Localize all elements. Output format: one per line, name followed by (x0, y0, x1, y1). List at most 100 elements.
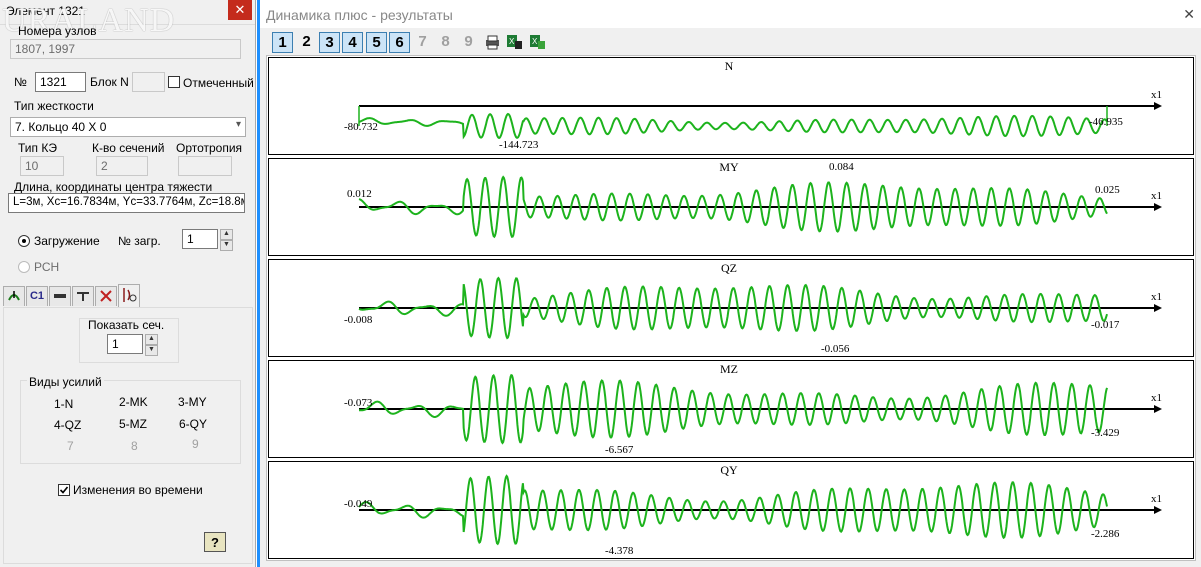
right-close-button[interactable]: ✕ (1183, 6, 1195, 23)
time-history-icon (123, 288, 137, 302)
print-icon[interactable] (484, 34, 501, 50)
close-button[interactable]: ✕ (228, 0, 252, 20)
dynamics-results-window: Динамика плюс - результаты ✕ 1 2 3 4 5 6… (257, 0, 1201, 567)
left-window-title: Элемент 1321 (6, 4, 85, 18)
export-excel-icon[interactable]: X (506, 34, 523, 50)
forces-group: Виды усилий 1-N 2-MK 3-MY 4-QZ 5-MZ 6-QY… (20, 375, 241, 464)
force-qy[interactable]: 6-QY (179, 417, 207, 431)
element-number-field[interactable]: 1321 (35, 72, 86, 92)
plot-svg-my: MY x1 0.012 0.084 0.025 (347, 160, 1162, 239)
start-value-label: -80.732 (344, 121, 378, 133)
force-my[interactable]: 3-MY (178, 395, 207, 409)
end-value-label: -46.935 (1089, 116, 1123, 128)
right-window-title: Динамика плюс - результаты (266, 7, 453, 23)
tab-cross[interactable] (95, 286, 117, 306)
toolbar-button-7[interactable]: 7 (412, 32, 433, 53)
time-history-curve (359, 373, 1108, 445)
start-value-label: -0.049 (344, 498, 373, 510)
chevron-down-icon: ▾ (235, 119, 241, 130)
force-mz[interactable]: 5-MZ (119, 417, 147, 431)
rsn-radio[interactable] (18, 261, 30, 273)
axis-arrow-icon (1154, 506, 1162, 514)
tab-c1[interactable]: C1 (26, 286, 48, 306)
time-history-plots: Nx1 -80.732 -144.723 -46.935 MY x1 0.012 0.084 0… (266, 55, 1196, 561)
force-qz[interactable]: 4-QZ (54, 418, 81, 432)
show-section-field[interactable]: 1 (107, 334, 143, 354)
min-value-label: -144.723 (499, 139, 539, 151)
time-history-curve (358, 112, 1108, 140)
plot-svg-qy: QY x1 -0.049 -4.378 -2.286 (344, 463, 1162, 557)
plot-svg-qz: QZ x1 -0.008 -0.056 -0.017 (344, 261, 1162, 355)
sections-field: 2 (96, 156, 148, 176)
block-label: Блок N (90, 75, 129, 89)
axis-arrow-icon (1154, 203, 1162, 211)
element-properties-window: Элемент 1321 URALAND ✕ Номера узлов 1807… (0, 0, 256, 567)
toolbar-button-2[interactable]: 2 (296, 32, 317, 53)
load-number-spinner[interactable]: ▲ ▼ (220, 229, 233, 251)
fe-type-label: Тип КЭ (18, 141, 57, 155)
sections-label: К-во сечений (92, 141, 165, 155)
time-changes-label: Изменения во времени (73, 483, 203, 497)
toolbar-button-8[interactable]: 8 (435, 32, 456, 53)
end-value-label: -2.286 (1091, 528, 1120, 540)
fe-type-field: 10 (20, 156, 64, 176)
show-section-label: Показать сеч. (88, 318, 165, 332)
plot-panel-n: Nx1 -80.732 -144.723 -46.935 (268, 57, 1194, 155)
plot-panel-qz: QZ x1 -0.008 -0.056 -0.017 (268, 259, 1194, 357)
toolbar-button-4[interactable]: 4 (342, 32, 363, 53)
marked-checkbox[interactable] (168, 76, 180, 88)
right-titlebar: Динамика плюс - результаты ✕ (260, 0, 1201, 28)
end-value-label: -3.429 (1091, 427, 1120, 439)
tab-beam[interactable] (49, 286, 71, 306)
tab-panel: Показать сеч. 1 ▲ ▼ Виды усилий 1-N 2-MK … (3, 307, 253, 564)
force-n[interactable]: 1-N (54, 397, 73, 411)
min-value-label: -6.567 (605, 444, 634, 456)
toolbar-button-6[interactable]: 6 (389, 32, 410, 53)
axis-label: x1 (1151, 493, 1162, 505)
axis-arrow-icon (1154, 102, 1162, 110)
help-button[interactable]: ? (204, 532, 226, 552)
geometry-field: L=3м, Xc=16.7834м, Yc=33.7764м, Zc=18.8м (8, 193, 245, 213)
time-changes-checkbox[interactable] (58, 484, 70, 496)
max-value-label: 0.084 (829, 161, 854, 173)
ortho-group: Ортотропия (170, 141, 244, 179)
plot-title: QZ (721, 261, 737, 275)
axis-label: x1 (1151, 291, 1162, 303)
toolbar-button-3[interactable]: 3 (319, 32, 340, 53)
force-9: 9 (192, 437, 199, 451)
tab-time-history[interactable] (118, 284, 140, 307)
start-value-label: -0.073 (344, 397, 373, 409)
spin-up-icon[interactable]: ▲ (220, 229, 233, 240)
end-value-label: -0.017 (1091, 319, 1120, 331)
min-value-label: -4.378 (605, 545, 634, 557)
plot-title: N (725, 59, 734, 73)
min-value-label: -0.056 (821, 343, 850, 355)
loading-radio[interactable] (18, 235, 30, 247)
axis-arrow-icon (1154, 405, 1162, 413)
axis-arrow-icon (1154, 304, 1162, 312)
axis-label: x1 (1151, 392, 1162, 404)
toolbar-button-1[interactable]: 1 (272, 32, 293, 53)
axis-label: x1 (1151, 190, 1162, 202)
toolbar-button-5[interactable]: 5 (366, 32, 387, 53)
load-number-field[interactable]: 1 (182, 229, 218, 249)
spin-down-icon[interactable]: ▼ (220, 240, 233, 251)
beam-icon (54, 294, 66, 298)
force-7: 7 (67, 439, 74, 453)
cross-icon (100, 290, 112, 302)
tab-support[interactable] (72, 286, 94, 306)
stiffness-select[interactable]: 7. Кольцо 40 X 0 ▾ (10, 117, 246, 137)
svg-text:X: X (532, 37, 538, 46)
show-section-spinner[interactable]: ▲ ▼ (145, 334, 158, 356)
tab-deform[interactable] (3, 286, 25, 306)
force-mk[interactable]: 2-MK (119, 395, 148, 409)
block-field (132, 72, 165, 92)
export-excel-all-icon[interactable]: X (529, 34, 546, 50)
spin-up-icon[interactable]: ▲ (145, 334, 158, 345)
number-label: № (14, 75, 27, 89)
deform-icon (8, 291, 20, 301)
spin-down-icon[interactable]: ▼ (145, 345, 158, 356)
plot-title: QY (720, 463, 738, 477)
toolbar-button-9[interactable]: 9 (458, 32, 479, 53)
marked-label: Отмеченный (183, 76, 254, 90)
